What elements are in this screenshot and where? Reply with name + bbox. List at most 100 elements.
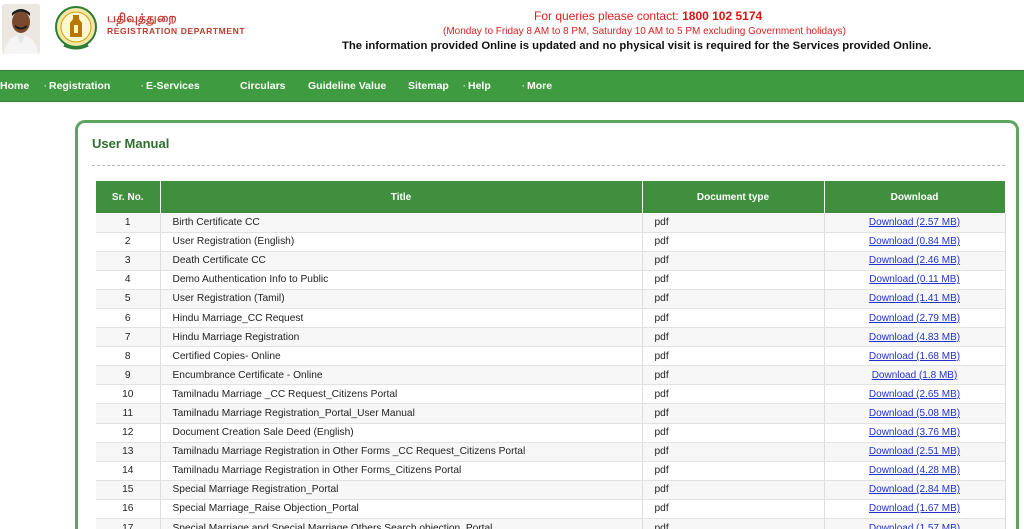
- download-link[interactable]: Download (5.08 MB): [869, 408, 960, 419]
- nav-sitemap[interactable]: Sitemap: [408, 80, 449, 92]
- cell-document-type: pdf: [642, 213, 825, 233]
- table-row: 1 Birth Certificate CC pdf Download (2.57 M…: [96, 213, 1006, 233]
- cell-document-type: pdf: [642, 423, 825, 443]
- cell-title: Special Marriage Registration_Portal: [160, 480, 643, 500]
- header-title: Title: [160, 181, 643, 213]
- cell-download: Download (2.51 MB): [824, 442, 1006, 462]
- cell-sr-no: 16: [96, 499, 161, 520]
- table-row: 15 Special Marriage Registration_Portal pd…: [96, 480, 1006, 500]
- download-link[interactable]: Download (2.79 MB): [869, 313, 960, 324]
- cell-download: Download (1.57 MB): [824, 518, 1006, 529]
- contact-hours: (Monday to Friday 8 AM to 8 PM, Saturday…: [443, 26, 846, 37]
- contact-label: For queries please contact:: [534, 9, 679, 23]
- nav-label: Guideline Value: [308, 80, 387, 92]
- nav-registration[interactable]: · Registration: [44, 80, 110, 92]
- download-link[interactable]: Download (4.28 MB): [869, 465, 960, 476]
- cell-download: Download (1.8 MB): [824, 365, 1006, 386]
- cell-document-type: pdf: [642, 346, 825, 367]
- main-nav: Home · Registration · E-Services Circulars…: [0, 70, 1024, 102]
- table-row: 16 Special Marriage_Raise Objection_Porta…: [96, 499, 1006, 520]
- nav-label: Circulars: [240, 80, 286, 92]
- cell-title: Document Creation Sale Deed (English): [160, 423, 643, 443]
- cell-sr-no: 9: [96, 365, 161, 386]
- user-manual-table-wrapper: Sr. No. Title Document type Download 1 Bi…: [96, 181, 1006, 529]
- site-header: பதிவுத்துறை REGISTRATION DEPARTMENT For …: [0, 0, 1024, 70]
- download-link[interactable]: Download (1.57 MB): [869, 523, 960, 529]
- nav-home[interactable]: Home: [0, 80, 29, 92]
- nav-more[interactable]: · More: [522, 80, 552, 92]
- download-link[interactable]: Download (1.67 MB): [869, 503, 960, 514]
- cell-title: Demo Authentication Info to Public: [160, 270, 643, 290]
- cell-title: User Registration (English): [160, 232, 643, 252]
- cell-download: Download (4.83 MB): [824, 327, 1006, 348]
- cell-document-type: pdf: [642, 327, 825, 348]
- header-document-type: Document type: [642, 181, 825, 213]
- cell-download: Download (3.76 MB): [824, 423, 1006, 443]
- cell-title: Tamilnadu Marriage Registration in Other…: [160, 461, 643, 481]
- cell-document-type: pdf: [642, 518, 825, 529]
- cell-title: Encumbrance Certificate - Online: [160, 365, 643, 386]
- cell-document-type: pdf: [642, 289, 825, 309]
- table-row: 9 Encumbrance Certificate - Online pdf Down…: [96, 365, 1006, 386]
- download-link[interactable]: Download (2.65 MB): [869, 389, 960, 400]
- cell-download: Download (0.84 MB): [824, 232, 1006, 252]
- nav-circulars[interactable]: Circulars: [240, 80, 286, 92]
- nav-guideline-value[interactable]: Guideline Value: [308, 80, 386, 92]
- download-link[interactable]: Download (2.57 MB): [869, 217, 960, 228]
- bullet-icon: ·: [522, 81, 525, 91]
- table-row: 12 Document Creation Sale Deed (English) p…: [96, 423, 1006, 443]
- cell-title: Certified Copies- Online: [160, 346, 643, 367]
- cell-title: Special Marriage_Raise Objection_Portal: [160, 499, 643, 520]
- table-header-row: Sr. No. Title Document type Download: [96, 181, 1006, 213]
- download-link[interactable]: Download (0.84 MB): [869, 236, 960, 247]
- department-name-tamil: பதிவுத்துறை: [107, 11, 177, 25]
- cell-sr-no: 5: [96, 289, 161, 309]
- download-link[interactable]: Download (0.11 MB): [869, 274, 959, 285]
- cell-document-type: pdf: [642, 442, 825, 462]
- contact-line: For queries please contact: 1800 102 517…: [534, 9, 762, 23]
- download-link[interactable]: Download (3.76 MB): [869, 427, 960, 438]
- download-link[interactable]: Download (1.8 MB): [872, 370, 958, 381]
- cell-sr-no: 11: [96, 403, 161, 424]
- header-sr-no: Sr. No.: [96, 181, 161, 213]
- download-link[interactable]: Download (4.83 MB): [869, 332, 960, 343]
- cell-sr-no: 14: [96, 461, 161, 481]
- header-download: Download: [824, 181, 1006, 213]
- chief-minister-photo: [2, 4, 40, 54]
- cell-download: Download (1.67 MB): [824, 499, 1006, 520]
- cell-download: Download (1.68 MB): [824, 346, 1006, 367]
- cell-document-type: pdf: [642, 232, 825, 252]
- nav-help[interactable]: · Help: [463, 80, 491, 92]
- cell-title: Hindu Marriage_CC Request: [160, 308, 643, 329]
- cell-sr-no: 13: [96, 442, 161, 462]
- download-link[interactable]: Download (2.84 MB): [869, 484, 960, 495]
- table-row: 8 Certified Copies- Online pdf Download (1.…: [96, 346, 1006, 367]
- cell-title: Birth Certificate CC: [160, 213, 643, 233]
- cell-download: Download (4.28 MB): [824, 461, 1006, 481]
- download-link[interactable]: Download (1.68 MB): [869, 351, 960, 362]
- download-link[interactable]: Download (1.41 MB): [869, 293, 960, 304]
- department-name-english: REGISTRATION DEPARTMENT: [107, 26, 246, 36]
- table-row: 11 Tamilnadu Marriage Registration_Portal…: [96, 403, 1006, 424]
- cell-sr-no: 2: [96, 232, 161, 252]
- nav-label: Home: [0, 80, 30, 92]
- table-row: 10 Tamilnadu Marriage _CC Request_Citizen…: [96, 384, 1006, 405]
- table-row: 17 Special Marriage and Special Marriage …: [96, 518, 1006, 529]
- cell-download: Download (2.46 MB): [824, 251, 1006, 271]
- nav-e-services[interactable]: · E-Services: [141, 80, 200, 92]
- download-link[interactable]: Download (2.51 MB): [869, 446, 960, 457]
- cell-title: User Registration (Tamil): [160, 289, 643, 309]
- cell-title: Special Marriage and Special Marriage Ot…: [160, 518, 643, 529]
- table-row: 5 User Registration (Tamil) pdf Download (1…: [96, 289, 1006, 309]
- cell-download: Download (2.84 MB): [824, 480, 1006, 500]
- cell-download: Download (5.08 MB): [824, 403, 1006, 424]
- nav-label: More: [527, 80, 553, 92]
- cell-document-type: pdf: [642, 403, 825, 424]
- cell-document-type: pdf: [642, 384, 825, 405]
- nav-label: Registration: [49, 80, 111, 92]
- cell-sr-no: 8: [96, 346, 161, 367]
- cell-sr-no: 17: [96, 518, 161, 529]
- cell-sr-no: 10: [96, 384, 161, 405]
- download-link[interactable]: Download (2.46 MB): [869, 255, 960, 266]
- cell-document-type: pdf: [642, 251, 825, 271]
